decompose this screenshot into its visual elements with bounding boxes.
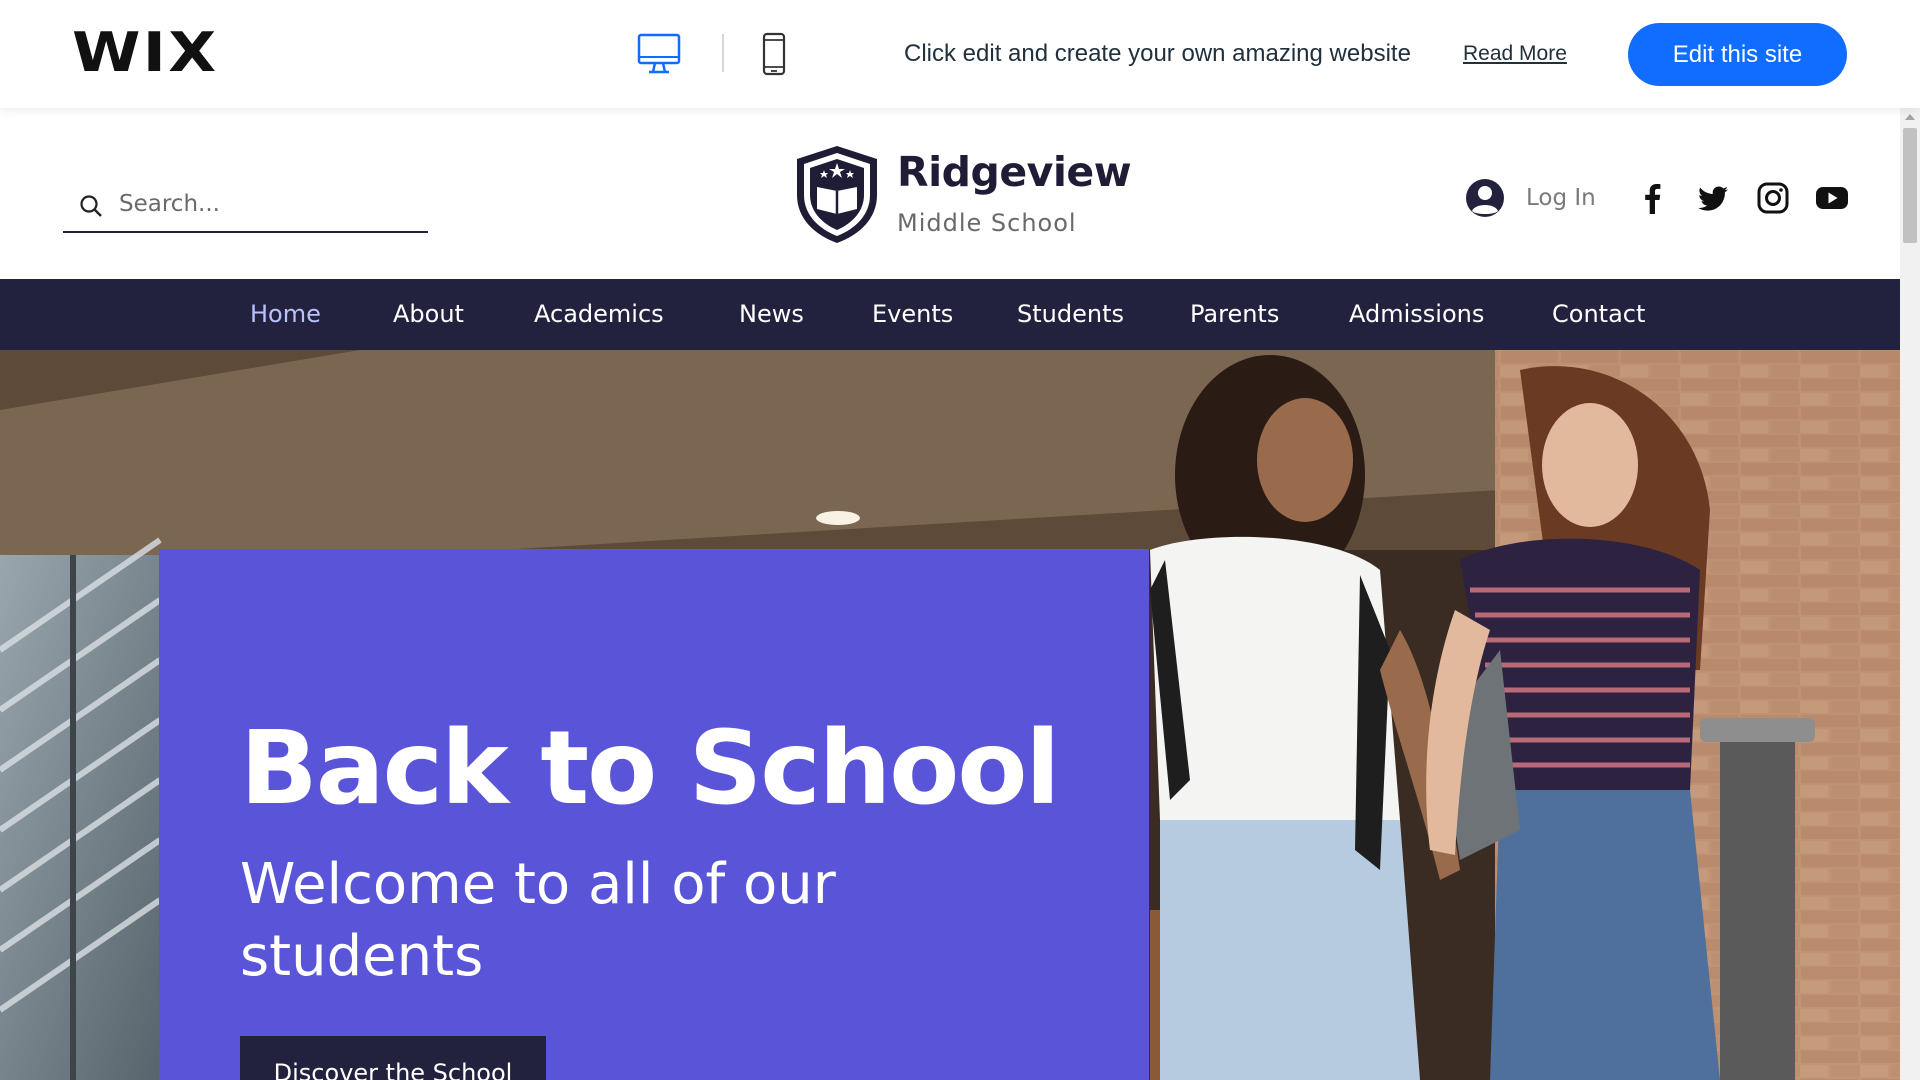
nav-item-events[interactable]: Events: [872, 279, 953, 350]
nav-item-home[interactable]: Home: [250, 279, 321, 350]
nav-item-news[interactable]: News: [739, 279, 804, 350]
promo-text: Click edit and create your own amazing w…: [904, 40, 1411, 67]
school-subtitle: Middle School: [897, 209, 1077, 237]
login-link[interactable]: Log In: [1526, 182, 1596, 214]
desktop-icon[interactable]: [637, 33, 681, 75]
hero-panel: Back to School Welcome to all of our stu…: [159, 549, 1149, 1080]
nav-item-parents[interactable]: Parents: [1190, 279, 1279, 350]
mobile-icon[interactable]: [762, 32, 786, 76]
search-icon[interactable]: [79, 194, 103, 218]
nav-item-admissions[interactable]: Admissions: [1349, 279, 1484, 350]
scrollbar[interactable]: [1900, 108, 1920, 1080]
search-bar[interactable]: [63, 174, 428, 233]
edit-site-button[interactable]: Edit this site: [1628, 23, 1847, 86]
read-more-link[interactable]: Read More: [1463, 39, 1567, 69]
view-divider: [722, 34, 724, 72]
site-header: Ridgeview Middle School Log In: [0, 108, 1900, 279]
wix-logo[interactable]: WIX: [72, 26, 218, 80]
facebook-icon[interactable]: [1636, 181, 1670, 215]
nav-item-about[interactable]: About: [393, 279, 464, 350]
twitter-icon[interactable]: [1696, 181, 1730, 215]
school-shield-logo[interactable]: [793, 143, 881, 245]
search-input[interactable]: [119, 184, 409, 224]
hero-section: Back to School Welcome to all of our stu…: [0, 350, 1900, 1080]
school-name[interactable]: Ridgeview: [897, 148, 1132, 196]
discover-school-button[interactable]: Discover the School: [240, 1036, 546, 1080]
scrollbar-thumb[interactable]: [1903, 128, 1917, 243]
user-avatar-icon[interactable]: [1465, 178, 1505, 218]
instagram-icon[interactable]: [1756, 181, 1790, 215]
hero-subtitle: Welcome to all of our students: [240, 852, 836, 989]
nav-item-students[interactable]: Students: [1017, 279, 1124, 350]
youtube-icon[interactable]: [1815, 181, 1849, 215]
wix-top-bar: WIX Click edit and create your own amazi…: [0, 0, 1920, 108]
hero-title: Back to School: [240, 709, 1060, 828]
scroll-up-arrow-icon[interactable]: [1905, 114, 1915, 120]
nav-item-academics[interactable]: Academics: [534, 279, 664, 350]
main-nav: Home About Academics News Events Student…: [0, 279, 1900, 350]
nav-item-contact[interactable]: Contact: [1552, 279, 1645, 350]
